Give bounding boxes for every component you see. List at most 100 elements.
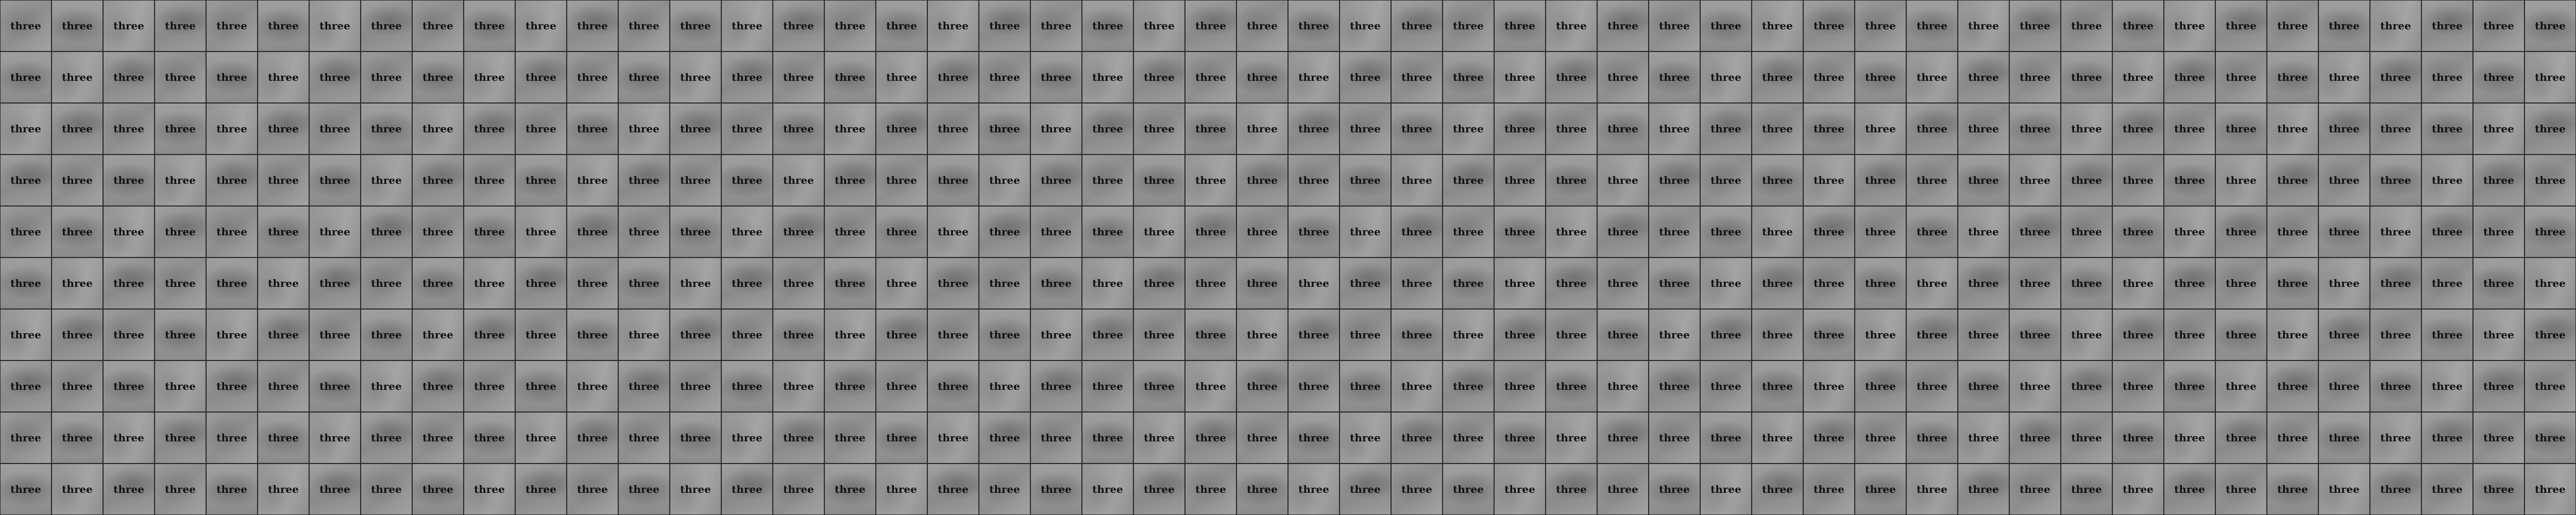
grid-tile: three (773, 258, 824, 309)
grid-tile: three (721, 154, 773, 206)
grid-tile: three (464, 309, 515, 360)
grid-tile: three (567, 103, 618, 154)
tile-label: three (1814, 380, 1844, 392)
grid-tile: three (721, 103, 773, 154)
grid-tile: three (1185, 258, 1236, 309)
grid-tile: three (1236, 206, 1288, 258)
grid-tile: three (1906, 103, 1958, 154)
tile-label: three (1556, 277, 1587, 289)
tile-label: three (2329, 20, 2360, 32)
grid-tile: three (1391, 0, 1443, 52)
tile-label: three (577, 123, 608, 135)
grid-tile: three (464, 258, 515, 309)
tile-label: three (1814, 277, 1844, 289)
grid-tile: three (618, 360, 670, 412)
tile-label: three (732, 20, 762, 32)
tile-label: three (2020, 20, 2050, 32)
grid-tile: three (0, 309, 52, 360)
tile-label: three (1814, 71, 1844, 83)
grid-tile: three (1082, 206, 1133, 258)
grid-tile: three (2009, 103, 2061, 154)
tile-label: three (629, 174, 659, 186)
grid-tile: three (773, 154, 824, 206)
tile-label: three (1298, 329, 1329, 341)
tile-label: three (1298, 20, 1329, 32)
tile-label: three (1247, 20, 1278, 32)
grid-tile: three (258, 258, 309, 309)
grid-tile: three (1391, 258, 1443, 309)
tile-label: three (1917, 20, 1947, 32)
grid-tile: three (2370, 206, 2421, 258)
grid-tile: three (1443, 206, 1494, 258)
tile-label: three (1556, 123, 1587, 135)
tile-label: three (2123, 483, 2154, 495)
tile-label: three (835, 380, 866, 392)
tile-label: three (371, 20, 402, 32)
grid-tile: three (258, 52, 309, 103)
grid-tile: three (103, 360, 155, 412)
tile-label: three (216, 174, 247, 186)
tile-label: three (2329, 329, 2360, 341)
grid-tile: three (52, 0, 103, 52)
grid-tile: three (927, 154, 979, 206)
tile-label: three (62, 20, 93, 32)
grid-tile: three (1391, 412, 1443, 464)
tile-label: three (474, 123, 505, 135)
grid-tile: three (2164, 464, 2215, 515)
tile-label: three (1607, 483, 1638, 495)
grid-tile: three (52, 360, 103, 412)
tile-label: three (526, 20, 556, 32)
grid-tile: three (2009, 309, 2061, 360)
grid-tile: three (1340, 258, 1391, 309)
tile-label: three (732, 380, 762, 392)
tile-label: three (371, 380, 402, 392)
tile-label: three (319, 329, 350, 341)
grid-tile: three (1597, 154, 1649, 206)
grid-tile: three (206, 206, 258, 258)
grid-tile: three (2061, 360, 2112, 412)
tile-label: three (2071, 20, 2102, 32)
tile-label: three (1350, 226, 1381, 238)
tile-label: three (1247, 432, 1278, 444)
tile-label: three (1041, 483, 1072, 495)
tile-label: three (1504, 123, 1535, 135)
grid-tile: three (1803, 52, 1855, 103)
grid-tile: three (2267, 258, 2318, 309)
tile-label: three (1298, 380, 1329, 392)
tile-label: three (1607, 226, 1638, 238)
grid-tile: three (2318, 154, 2370, 206)
grid-tile: three (1185, 309, 1236, 360)
tile-label: three (526, 71, 556, 83)
tile-label: three (2380, 432, 2411, 444)
tile-label: three (1453, 432, 1484, 444)
tile-label: three (165, 483, 196, 495)
tile-label: three (474, 483, 505, 495)
tile-label: three (1607, 123, 1638, 135)
grid-tile: three (927, 0, 979, 52)
tile-label: three (1092, 483, 1123, 495)
grid-tile: three (1546, 412, 1597, 464)
grid-tile: three (2112, 52, 2164, 103)
grid-tile: three (979, 0, 1030, 52)
grid-tile: three (1391, 52, 1443, 103)
tile-label: three (1917, 483, 1947, 495)
grid-tile: three (258, 309, 309, 360)
tile-label: three (2123, 71, 2154, 83)
tile-label: three (10, 123, 41, 135)
tile-label: three (1041, 329, 1072, 341)
tile-label: three (422, 329, 453, 341)
tile-label: three (2380, 483, 2411, 495)
grid-tile: three (515, 360, 567, 412)
grid-tile: three (1082, 464, 1133, 515)
tile-label: three (216, 123, 247, 135)
grid-tile: three (2524, 258, 2576, 309)
grid-tile: three (2421, 206, 2473, 258)
grid-tile: three (155, 103, 206, 154)
tile-label: three (629, 483, 659, 495)
tile-label: three (1195, 432, 1226, 444)
grid-tile: three (927, 360, 979, 412)
grid-tile: three (515, 258, 567, 309)
tile-label: three (268, 174, 299, 186)
tile-label: three (1917, 380, 1947, 392)
grid-tile: three (1906, 464, 1958, 515)
